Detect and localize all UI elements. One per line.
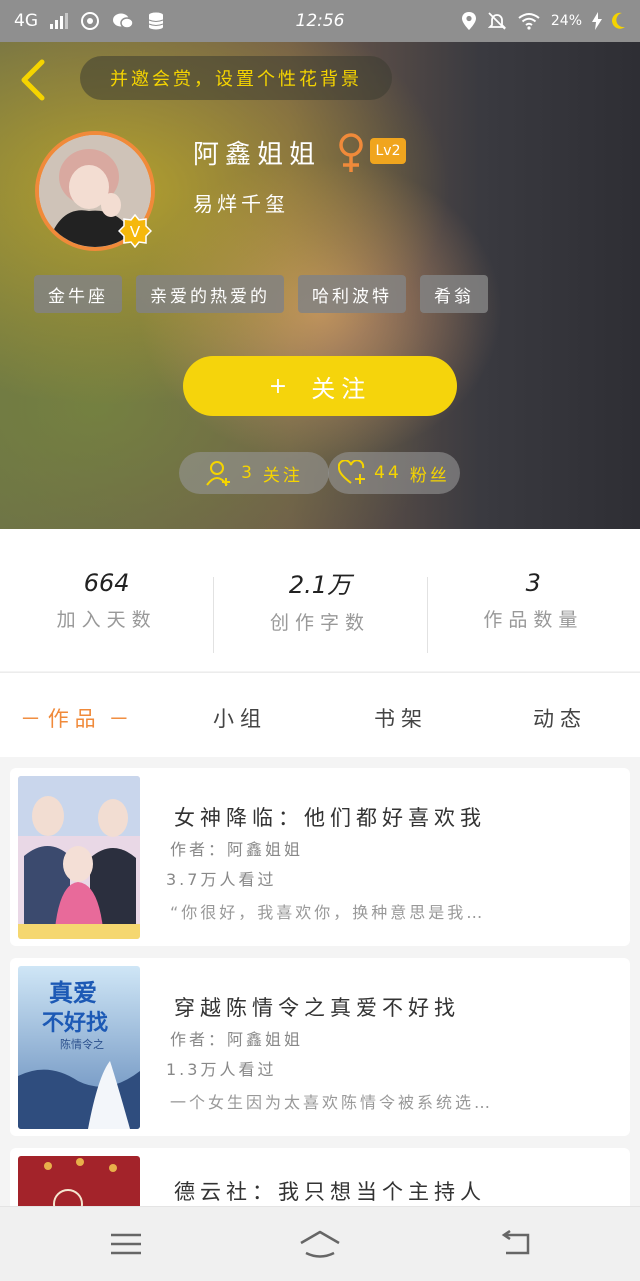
work-card[interactable]: 德云社：我只想当个主持人 xyxy=(10,1148,630,1206)
add-user-icon xyxy=(206,461,231,486)
tab-dash: － xyxy=(20,707,48,731)
home-icon[interactable] xyxy=(298,1227,342,1261)
tag-item[interactable]: 哈利波特 xyxy=(298,275,406,313)
work-title: 穿越陈情令之真爱不好找 xyxy=(174,996,460,1020)
background-hint-button[interactable]: 并邀会赏，设置个性花背景 xyxy=(80,56,392,100)
work-card[interactable]: 真爱 不好找 陈情令之 穿越陈情令之真爱不好找 作者：阿鑫姐姐 1.3万人看过 … xyxy=(10,958,630,1136)
wechat-icon xyxy=(113,13,134,29)
work-title: 女神降临：他们都好喜欢我 xyxy=(174,806,486,830)
follow-button[interactable]: + 关注 xyxy=(183,356,457,416)
tab-label: 作品 xyxy=(47,707,102,731)
mute-bell-icon xyxy=(487,12,507,30)
tag-list: 金牛座 亲爱的热爱的 哈利波特 肴翁 xyxy=(34,275,488,313)
tab-activity[interactable]: 动态 xyxy=(533,703,587,733)
work-views: 3.7万人看过 xyxy=(166,870,277,889)
svg-text:V: V xyxy=(130,223,141,241)
work-cover xyxy=(18,1156,140,1206)
following-count: 3 xyxy=(241,463,255,483)
stat-value: 3 xyxy=(525,568,541,597)
tab-bookshelf[interactable]: 书架 xyxy=(374,703,428,733)
stat-value: 664 xyxy=(83,568,130,597)
stat-value: 2.1万 xyxy=(288,571,352,599)
tab-dash: － xyxy=(101,707,130,731)
menu-icon[interactable] xyxy=(106,1227,146,1261)
level-badge: Lv2 xyxy=(370,138,406,164)
status-bar: 4G 12:56 24% xyxy=(0,0,640,42)
work-description: “你很好，我喜欢你，换种意思是我… xyxy=(170,903,486,922)
system-nav-bar xyxy=(0,1206,640,1281)
stat-label: 创作字数 xyxy=(269,612,370,634)
stat-label: 加入天数 xyxy=(56,608,157,631)
work-description: 一个女生因为太喜欢陈情令被系统选… xyxy=(170,1093,494,1112)
stat-works-count: 3 作品数量 xyxy=(426,529,640,671)
back-icon[interactable] xyxy=(14,56,54,104)
moon-icon xyxy=(612,12,625,29)
stat-join-days: 664 加入天数 xyxy=(0,529,213,671)
cover-text: 陈情令之 xyxy=(60,1037,104,1051)
cover-text: 不好找 xyxy=(42,1010,108,1036)
fans-button[interactable]: 44 粉丝 xyxy=(328,452,460,494)
stat-word-count: 2.1万 创作字数 xyxy=(213,529,426,671)
work-cover: 真爱 不好找 陈情令之 xyxy=(18,966,140,1129)
fans-count: 44 xyxy=(374,463,402,483)
database-icon xyxy=(148,12,164,30)
plus-icon: + xyxy=(268,373,294,399)
fans-label: 粉丝 xyxy=(409,465,450,486)
tag-item[interactable]: 肴翁 xyxy=(420,275,488,313)
female-icon xyxy=(339,133,363,172)
spiral-app-icon xyxy=(81,12,99,30)
follow-label: 关注 xyxy=(311,374,372,403)
location-icon xyxy=(461,12,476,30)
heart-plus-icon xyxy=(338,460,366,484)
work-author: 作者：阿鑫姐姐 xyxy=(170,840,304,859)
network-label: 4G xyxy=(14,11,38,31)
work-cover xyxy=(18,776,140,939)
tab-groups[interactable]: 小组 xyxy=(213,703,267,733)
cover-text: 真爱 xyxy=(49,979,97,1007)
tag-item[interactable]: 金牛座 xyxy=(34,275,122,313)
back-nav-icon[interactable] xyxy=(496,1227,536,1261)
tab-works[interactable]: － 作品 － xyxy=(20,703,129,733)
signal-icon xyxy=(50,13,68,29)
work-card[interactable]: 女神降临：他们都好喜欢我 作者：阿鑫姐姐 3.7万人看过 “你很好，我喜欢你，换… xyxy=(10,768,630,946)
verified-badge-icon: V xyxy=(118,214,152,248)
work-author: 作者：阿鑫姐姐 xyxy=(170,1030,304,1049)
stats-panel: 664 加入天数 2.1万 创作字数 3 作品数量 xyxy=(0,529,640,671)
wifi-icon xyxy=(518,13,540,30)
profile-name: 阿鑫姐姐 xyxy=(193,140,322,170)
work-title: 德云社：我只想当个主持人 xyxy=(174,1180,486,1204)
profile-subtitle: 易烊千玺 xyxy=(193,192,289,216)
profile-header: 并邀会赏，设置个性花背景 V 阿鑫姐姐 Lv2 易烊千玺 金牛座 亲爱的热爱的 … xyxy=(0,42,640,529)
following-button[interactable]: 3 关注 xyxy=(179,452,329,494)
tag-item[interactable]: 亲爱的热爱的 xyxy=(136,275,284,313)
following-label: 关注 xyxy=(262,465,303,486)
battery-label: 24% xyxy=(550,13,582,29)
tab-bar: － 作品 － 小组 书架 动态 xyxy=(0,672,640,757)
charging-icon xyxy=(592,12,602,30)
work-views: 1.3万人看过 xyxy=(166,1060,277,1079)
stat-label: 作品数量 xyxy=(483,608,584,631)
